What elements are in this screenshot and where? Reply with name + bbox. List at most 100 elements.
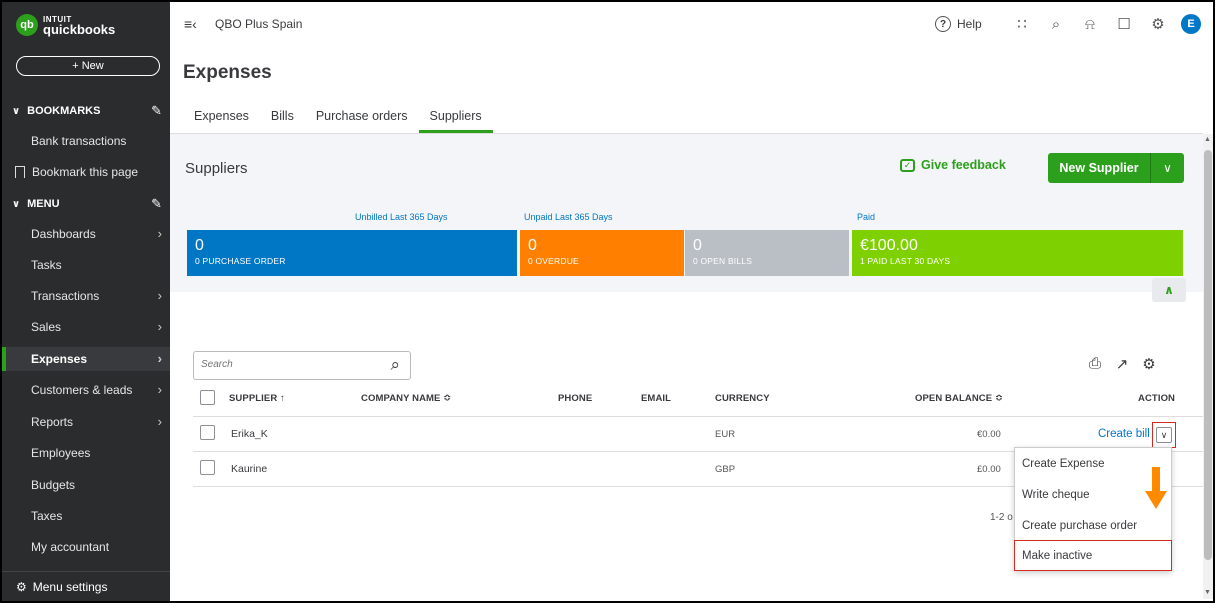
sidebar-item-label: Tasks	[31, 258, 62, 272]
sidebar: qb INTUIT quickbooks + New ∨ BOOKMARKS ✎…	[2, 2, 170, 601]
create-bill-link[interactable]: Create bill	[1098, 428, 1150, 440]
purchase-order-box[interactable]: 0 0 PURCHASE ORDER	[187, 230, 517, 276]
action-dropdown-button[interactable]: ∨	[1152, 422, 1176, 448]
header-divider	[193, 416, 1203, 417]
chevron-right-icon: ›	[157, 319, 162, 334]
box-amount: €100.00	[860, 237, 918, 254]
scroll-up-arrow-icon[interactable]: ▲	[1204, 136, 1211, 143]
scroll-down-arrow-icon[interactable]: ▼	[1204, 589, 1211, 596]
chevron-down-icon: ∨	[12, 105, 21, 117]
new-button[interactable]: + New	[16, 56, 160, 76]
menu-item-create-purchase-order[interactable]: Create purchase order	[1015, 510, 1171, 541]
settings-gear-icon[interactable]: ⚙	[1140, 355, 1158, 373]
menu-item-make-inactive[interactable]: Make inactive	[1014, 540, 1172, 571]
sidebar-item-label: Bank transactions	[31, 134, 127, 148]
tab-expenses[interactable]: Expenses	[183, 103, 260, 133]
sidebar-item-reports[interactable]: Reports ›	[2, 410, 170, 434]
gear-icon[interactable]: ⚙	[1141, 12, 1175, 36]
select-all-checkbox[interactable]	[200, 390, 215, 405]
apps-grid-icon[interactable]: ∷	[1005, 12, 1039, 36]
header-supplier[interactable]: SUPPLIER ↑	[229, 393, 285, 404]
unbilled-label: Unbilled Last 365 Days	[355, 212, 448, 222]
collapse-menu-icon[interactable]: ≡‹	[184, 16, 197, 32]
sidebar-item-dashboards[interactable]: Dashboards ›	[2, 222, 170, 246]
pencil-icon[interactable]: ✎	[151, 196, 162, 212]
row-checkbox[interactable]	[200, 425, 215, 440]
collapse-panel-button[interactable]: ∧	[1152, 278, 1186, 302]
sidebar-item-label: Expenses	[31, 352, 88, 366]
sidebar-item-label: Taxes	[31, 509, 63, 523]
tab-bills[interactable]: Bills	[260, 103, 305, 133]
sidebar-item-expenses[interactable]: Expenses ›	[2, 347, 170, 371]
paid-label: Paid	[857, 212, 876, 222]
chevron-up-icon: ∧	[1164, 283, 1174, 297]
box-caption: 0 OVERDUE	[528, 256, 579, 266]
search-input[interactable]	[201, 359, 371, 370]
sidebar-item-label: Customers & leads	[31, 383, 133, 397]
tab-purchase-orders[interactable]: Purchase orders	[305, 103, 419, 133]
bookmark-icon	[15, 166, 25, 178]
new-supplier-button[interactable]: New Supplier	[1048, 153, 1150, 183]
sidebar-item-sales[interactable]: Sales ›	[2, 315, 170, 339]
supplier-search: ⌕	[193, 351, 411, 380]
gear-icon: ⚙	[16, 579, 27, 594]
chevron-right-icon: ›	[157, 351, 162, 366]
sidebar-item-transactions[interactable]: Transactions ›	[2, 284, 170, 308]
sidebar-item-employees[interactable]: Employees	[2, 441, 170, 465]
pencil-icon[interactable]: ✎	[151, 103, 162, 119]
chevron-right-icon: ›	[157, 288, 162, 303]
menu-settings-button[interactable]: ⚙ Menu settings	[2, 571, 170, 601]
sidebar-item-bank-transactions[interactable]: Bank transactions	[2, 129, 170, 153]
box-caption: 0 OPEN BILLS	[693, 256, 753, 266]
supplier-name-link[interactable]: Kaurine	[231, 463, 267, 475]
menu-label: MENU	[27, 198, 60, 210]
quickbooks-logo[interactable]: qb INTUIT quickbooks	[16, 14, 115, 36]
chevron-down-icon: ∨	[12, 198, 21, 210]
chevron-right-icon: ›	[157, 382, 162, 397]
avatar[interactable]: E	[1181, 14, 1201, 34]
paid-box[interactable]: €100.00 1 PAID LAST 30 DAYS	[852, 230, 1183, 276]
help-icon: ?	[935, 16, 951, 32]
balance-cell: £0.00	[977, 464, 1001, 475]
give-feedback-link[interactable]: ✓ Give feedback	[900, 158, 1006, 172]
new-supplier-dropdown-button[interactable]: ∨	[1150, 153, 1184, 183]
header-phone: PHONE	[558, 393, 593, 404]
search-icon[interactable]: ⌕	[1039, 12, 1073, 36]
open-bills-box[interactable]: 0 0 OPEN BILLS	[685, 230, 849, 276]
currency-cell: EUR	[715, 429, 736, 440]
sidebar-item-taxes[interactable]: Taxes	[2, 504, 170, 528]
row-checkbox[interactable]	[200, 460, 215, 475]
sidebar-item-bookmark-this-page[interactable]: Bookmark this page	[2, 160, 170, 184]
scrollbar-thumb[interactable]	[1204, 150, 1212, 560]
export-icon[interactable]: ↗	[1113, 355, 1131, 373]
box-caption: 1 PAID LAST 30 DAYS	[860, 256, 951, 266]
sidebar-item-customers-leads[interactable]: Customers & leads ›	[2, 378, 170, 402]
sidebar-item-label: Sales	[31, 320, 62, 334]
tab-bar: Expenses Bills Purchase orders Suppliers	[183, 103, 493, 133]
header-open-balance[interactable]: OPEN BALANCE ≎	[915, 393, 1003, 404]
overdue-box[interactable]: 0 0 OVERDUE	[520, 230, 684, 276]
chevron-right-icon: ›	[157, 226, 162, 241]
clipboard-icon[interactable]: ☐	[1107, 12, 1141, 36]
sidebar-item-tasks[interactable]: Tasks	[2, 253, 170, 277]
menu-section-header[interactable]: ∨ MENU ✎	[12, 195, 164, 213]
new-supplier-button-group: New Supplier ∨	[1048, 153, 1184, 183]
sidebar-item-budgets[interactable]: Budgets	[2, 473, 170, 497]
sidebar-item-my-accountant[interactable]: My accountant	[2, 535, 170, 559]
bell-icon[interactable]: ⍾	[1073, 12, 1107, 36]
box-amount: 0	[693, 237, 702, 254]
suppliers-title: Suppliers	[185, 160, 248, 177]
search-icon[interactable]: ⌕	[390, 355, 400, 375]
header-action: ACTION	[1138, 393, 1176, 404]
help-label: Help	[957, 17, 982, 31]
bookmarks-section-header[interactable]: ∨ BOOKMARKS ✎	[12, 102, 164, 120]
sidebar-item-label: Transactions	[31, 289, 100, 303]
balance-cell: €0.00	[977, 429, 1001, 440]
print-icon[interactable]: ⎙	[1086, 355, 1104, 373]
chevron-right-icon: ›	[157, 414, 162, 429]
help-button[interactable]: ? Help	[935, 16, 1005, 32]
supplier-name-link[interactable]: Erika_K	[231, 428, 268, 440]
header-company-name[interactable]: COMPANY NAME ≎	[361, 393, 451, 404]
tab-suppliers[interactable]: Suppliers	[418, 103, 493, 133]
feedback-icon: ✓	[900, 158, 915, 172]
